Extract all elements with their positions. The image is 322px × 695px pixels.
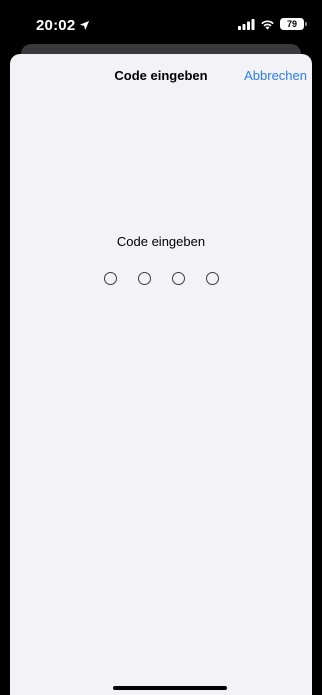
navigation-bar: Code eingeben Abbrechen — [10, 54, 312, 98]
location-arrow-icon — [79, 20, 90, 31]
wifi-icon — [261, 19, 274, 30]
passcode-dot-3 — [171, 272, 185, 285]
battery-level: 79 — [286, 19, 297, 29]
status-time-group: 20:02 — [36, 17, 90, 34]
home-indicator[interactable] — [113, 686, 227, 690]
passcode-dot-2 — [137, 272, 151, 285]
cellular-signal-icon — [238, 18, 255, 30]
status-time: 20:02 — [36, 17, 76, 34]
passcode-dots — [10, 272, 312, 285]
passcode-dot-4 — [205, 272, 219, 285]
cancel-button[interactable]: Abbrechen — [244, 68, 307, 83]
passcode-prompt: Code eingeben — [116, 234, 206, 249]
status-right: 79 — [238, 18, 307, 30]
screen: 20:02 79 Code eingeben Abbrechen Code ei… — [0, 0, 322, 695]
passcode-dot-1 — [103, 272, 117, 285]
battery-icon: 79 — [280, 18, 307, 30]
passcode-sheet: Code eingeben Abbrechen Code eingeben — [10, 54, 312, 695]
status-bar: 20:02 79 — [0, 0, 322, 46]
